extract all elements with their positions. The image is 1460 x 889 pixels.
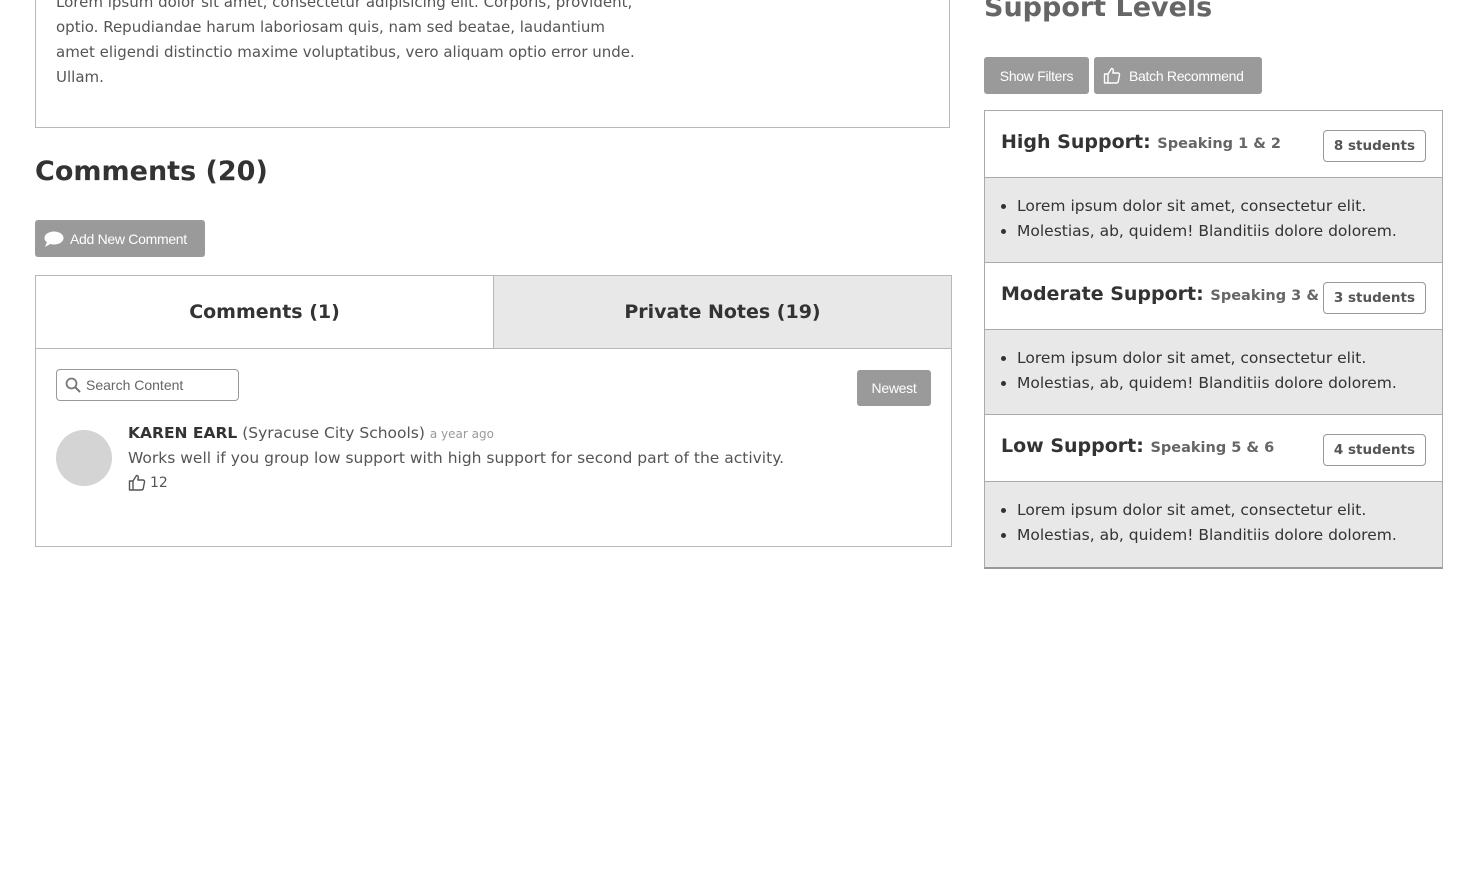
- like-button[interactable]: 12: [128, 474, 168, 491]
- list-item: Molestias, ab, quidem! Blanditiis dolore…: [1017, 523, 1397, 548]
- support-level-name: High Support:: [1001, 131, 1151, 153]
- support-bullets: Lorem ipsum dolor sit amet, consectetur …: [985, 498, 1397, 548]
- list-item: Lorem ipsum dolor sit amet, consectetur …: [1017, 194, 1397, 219]
- batch-recommend-label: Batch Recommend: [1129, 67, 1244, 84]
- support-level-low-body: Lorem ipsum dolor sit amet, consectetur …: [985, 482, 1442, 567]
- support-level-moderate-body: Lorem ipsum dolor sit amet, consectetur …: [985, 330, 1442, 415]
- support-bullets: Lorem ipsum dolor sit amet, consectetur …: [985, 194, 1397, 244]
- support-level-title: High Support: Speaking 1 & 2: [1001, 131, 1281, 153]
- support-levels-list: High Support: Speaking 1 & 2 8 students …: [984, 110, 1443, 569]
- batch-recommend-button[interactable]: Batch Recommend: [1094, 57, 1262, 94]
- search-box: [56, 369, 239, 401]
- support-level-high-header[interactable]: High Support: Speaking 1 & 2 8 students: [985, 111, 1442, 178]
- support-level-speaking: Speaking 5 & 6: [1150, 440, 1275, 456]
- comment-author[interactable]: KAREN EARL: [128, 424, 237, 442]
- thumbs-up-icon: [128, 474, 146, 491]
- description-text: Lorem ipsum dolor sit amet, consectetur …: [56, 0, 635, 86]
- search-input[interactable]: [86, 377, 226, 393]
- student-count-badge[interactable]: 4 students: [1322, 434, 1426, 466]
- support-levels-heading: Support Levels: [984, 0, 1213, 23]
- add-new-comment-button[interactable]: Add New Comment: [35, 220, 205, 257]
- student-count-badge[interactable]: 3 students: [1322, 282, 1426, 314]
- list-item: Lorem ipsum dolor sit amet, consectetur …: [1017, 498, 1397, 523]
- sort-newest-button[interactable]: Newest: [857, 370, 931, 406]
- comments-tabs: Comments (1) Private Notes (19): [36, 276, 951, 349]
- support-level-speaking: Speaking 1 & 2: [1157, 136, 1282, 152]
- comments-panel: Comments (1) Private Notes (19) Newest K…: [35, 275, 952, 547]
- show-filters-button[interactable]: Show Filters: [984, 57, 1089, 94]
- list-item: Molestias, ab, quidem! Blanditiis dolore…: [1017, 371, 1397, 396]
- support-level-name: Low Support:: [1001, 435, 1144, 457]
- comments-heading: Comments (20): [35, 156, 268, 187]
- support-level-low-header[interactable]: Low Support: Speaking 5 & 6 4 students: [985, 415, 1442, 482]
- support-level-moderate-header[interactable]: Moderate Support: Speaking 3 & 4 3 stude…: [985, 263, 1442, 330]
- list-item: Molestias, ab, quidem! Blanditiis dolore…: [1017, 219, 1397, 244]
- like-count: 12: [150, 474, 168, 491]
- support-level-speaking: Speaking 3 & 4: [1210, 288, 1335, 304]
- thumbs-up-icon: [1103, 67, 1121, 84]
- comment-timestamp: a year ago: [429, 427, 494, 441]
- comment-org: (Syracuse City Schools): [242, 424, 425, 442]
- list-item: Lorem ipsum dolor sit amet, consectetur …: [1017, 346, 1397, 371]
- support-level-name: Moderate Support:: [1001, 283, 1204, 305]
- speech-bubble-icon: [44, 231, 64, 247]
- tab-private-notes[interactable]: Private Notes (19): [494, 276, 951, 349]
- support-bullets: Lorem ipsum dolor sit amet, consectetur …: [985, 346, 1397, 396]
- support-level-title: Moderate Support: Speaking 3 & 4: [1001, 283, 1334, 305]
- avatar: [56, 430, 112, 486]
- student-count-badge[interactable]: 8 students: [1322, 130, 1426, 162]
- support-level-high-body: Lorem ipsum dolor sit amet, consectetur …: [985, 178, 1442, 263]
- comment-text: Works well if you group low support with…: [128, 449, 785, 467]
- comment-meta: KAREN EARL (Syracuse City Schools) a yea…: [128, 424, 494, 442]
- tab-comments[interactable]: Comments (1): [36, 276, 494, 349]
- search-icon: [65, 377, 81, 393]
- support-level-title: Low Support: Speaking 5 & 6: [1001, 435, 1274, 457]
- add-new-comment-label: Add New Comment: [70, 230, 187, 247]
- description-card: Lorem ipsum dolor sit amet, consectetur …: [35, 0, 950, 128]
